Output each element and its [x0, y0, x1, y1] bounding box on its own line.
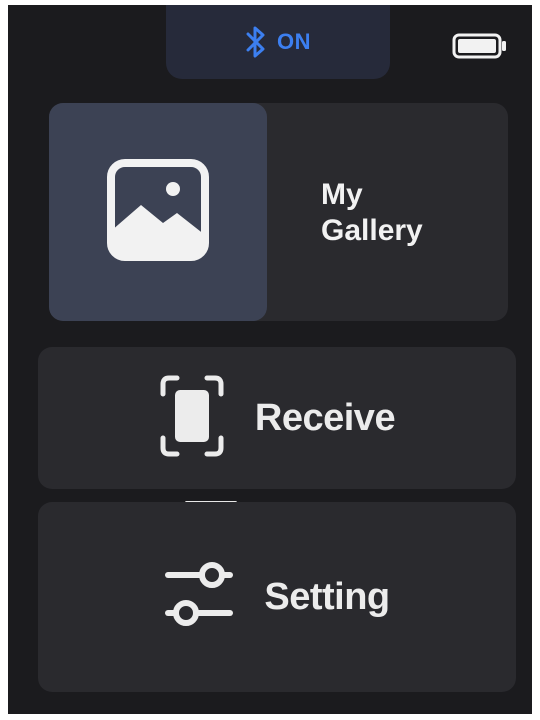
image-icon: [107, 158, 209, 266]
setting-button[interactable]: Setting: [38, 502, 516, 692]
setting-label: Setting: [264, 575, 390, 618]
receive-label: Receive: [254, 396, 396, 439]
bluetooth-status[interactable]: ON: [166, 5, 390, 79]
receive-button[interactable]: Receive: [38, 347, 516, 489]
battery-icon: [452, 33, 508, 64]
receive-scan-icon: [159, 374, 225, 463]
gallery-tile: [49, 103, 267, 321]
my-gallery-button[interactable]: My Gallery: [49, 103, 508, 321]
bluetooth-icon: [245, 25, 267, 59]
sliders-icon: [164, 555, 234, 640]
device-screen: ON My Gallery Receive Setting: [8, 5, 532, 714]
my-gallery-label: My Gallery: [321, 178, 423, 247]
bluetooth-state-label: ON: [277, 29, 311, 54]
